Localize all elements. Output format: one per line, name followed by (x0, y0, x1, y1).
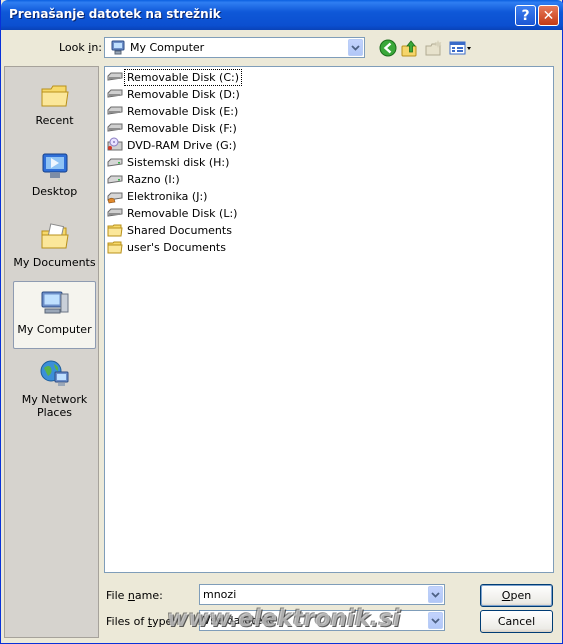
back-icon[interactable] (378, 38, 398, 58)
removable-disk-icon (107, 208, 123, 217)
removable-disk-icon (107, 89, 123, 98)
watermark: www.elektronik.si (167, 606, 401, 632)
open-button[interactable]: Open (480, 584, 553, 607)
dvd-drive-icon (107, 137, 123, 151)
removable-disk-icon (107, 106, 123, 115)
list-item[interactable]: Removable Disk (F:) (107, 120, 239, 136)
list-item[interactable]: Razno (I:) (107, 171, 182, 187)
chevron-down-icon (431, 591, 440, 598)
hard-disk-icon (107, 175, 123, 184)
list-item[interactable]: user's Documents (107, 239, 228, 255)
help-icon: ? (521, 7, 530, 24)
look-in-dropdown-button[interactable] (348, 39, 363, 56)
list-item[interactable]: Shared Documents (107, 222, 234, 238)
file-name-value: mnozi (203, 588, 237, 601)
title-bar[interactable]: Prenašanje datotek na strežnik ? ✕ (1, 0, 563, 30)
network-places-icon (40, 360, 68, 386)
place-desktop[interactable]: Desktop (13, 144, 96, 212)
removable-disk-icon (107, 72, 123, 81)
look-in-label: Look in: (59, 41, 103, 54)
list-item[interactable]: Removable Disk (E:) (107, 103, 240, 119)
place-my-network[interactable]: My Network Places (13, 352, 96, 420)
shared-disk-icon (107, 192, 123, 204)
file-name-input[interactable]: mnozi (199, 584, 445, 605)
chevron-down-icon (351, 44, 360, 51)
file-name-dropdown-button[interactable] (428, 586, 443, 603)
desktop-icon (42, 153, 67, 178)
removable-disk-icon (107, 123, 123, 132)
place-label: My Documents (13, 256, 96, 269)
close-button[interactable]: ✕ (538, 5, 559, 26)
new-folder-icon[interactable] (424, 38, 444, 58)
folder-icon (107, 241, 123, 254)
places-bar: Recent Desktop My Documents My Computer … (4, 66, 99, 638)
file-dialog-window: Prenašanje datotek na strežnik ? ✕ Look … (0, 0, 563, 644)
cancel-button[interactable]: Cancel (480, 610, 553, 633)
file-type-dropdown-button[interactable] (428, 612, 443, 629)
file-name-label: File name: (106, 589, 163, 602)
hard-disk-icon (107, 158, 123, 167)
list-item[interactable]: Removable Disk (L:) (107, 205, 239, 221)
list-item[interactable]: Removable Disk (C:) (107, 68, 243, 86)
list-item[interactable]: DVD-RAM Drive (G:) (107, 137, 239, 153)
my-computer-icon (41, 291, 68, 314)
place-label: My Computer (17, 323, 92, 336)
chevron-down-icon (431, 617, 440, 624)
file-list[interactable]: Removable Disk (C:) Removable Disk (D:) … (104, 66, 554, 573)
place-my-computer[interactable]: My Computer (13, 281, 96, 349)
look-in-combo[interactable]: My Computer (104, 37, 365, 58)
list-item[interactable]: Removable Disk (D:) (107, 86, 242, 102)
up-folder-icon[interactable] (400, 38, 420, 58)
list-item[interactable]: Elektronika (J:) (107, 188, 209, 204)
help-button[interactable]: ? (515, 5, 536, 26)
place-my-documents[interactable]: My Documents (13, 215, 96, 283)
views-menu-icon[interactable] (448, 38, 474, 58)
recent-folder-icon (41, 85, 69, 107)
place-label: Desktop (31, 185, 78, 198)
window-title: Prenašanje datotek na strežnik (9, 7, 221, 21)
my-documents-icon (41, 223, 69, 249)
place-recent[interactable]: Recent (13, 73, 96, 141)
list-item[interactable]: Sistemski disk (H:) (107, 154, 231, 170)
look-in-value: My Computer (130, 41, 205, 54)
close-icon: ✕ (542, 7, 555, 24)
my-computer-icon (111, 40, 125, 55)
place-label: My Network Places (21, 393, 88, 419)
file-type-label: Files of type: (106, 615, 177, 628)
folder-icon (107, 224, 123, 237)
place-label: Recent (35, 114, 74, 127)
